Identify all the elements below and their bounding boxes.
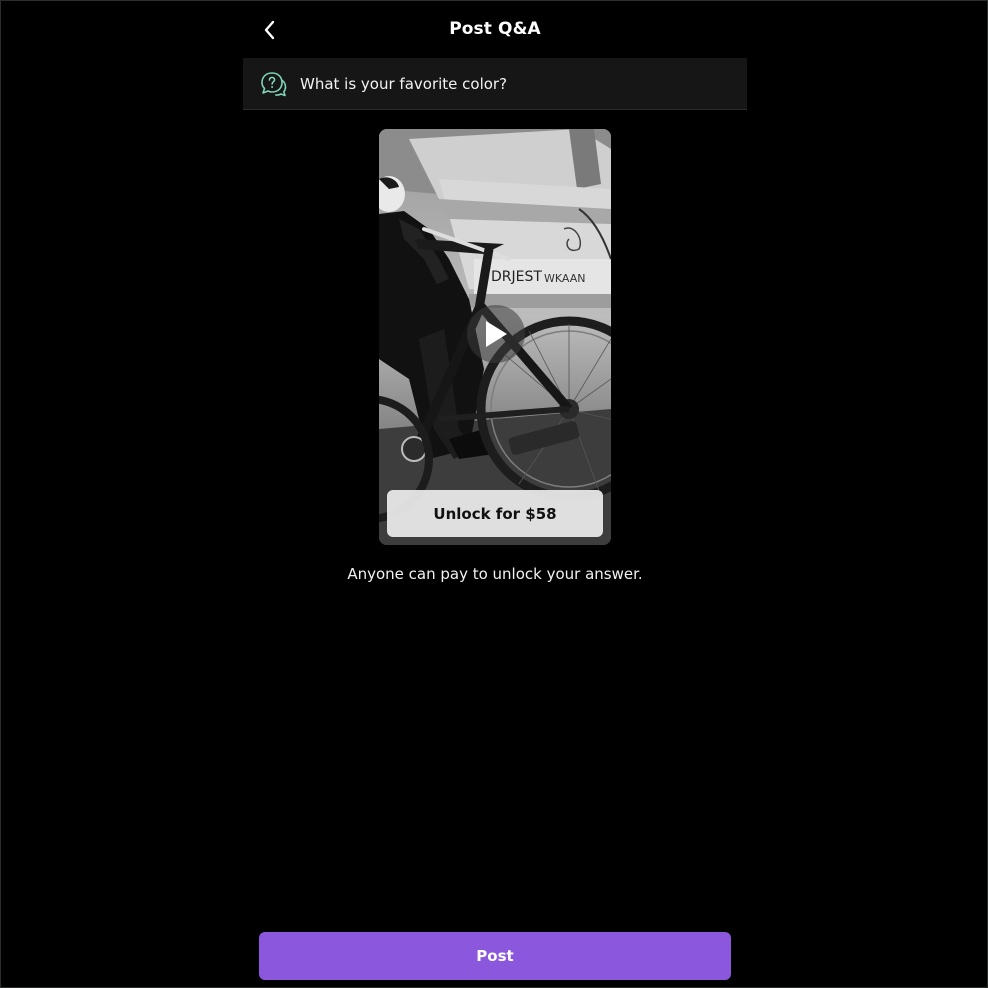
question-bar: What is your favorite color? bbox=[243, 58, 747, 110]
question-bubble-icon bbox=[261, 72, 287, 97]
header: Post Q&A bbox=[243, 1, 747, 58]
question-text: What is your favorite color? bbox=[300, 75, 508, 93]
app-window: Post Q&A What is your favorite color? DR… bbox=[0, 0, 988, 988]
unlock-button[interactable]: Unlock for $58 bbox=[387, 490, 603, 537]
post-button[interactable]: Post bbox=[259, 932, 731, 980]
svg-text:DRJEST: DRJEST bbox=[491, 269, 542, 285]
svg-text:WKAAN: WKAAN bbox=[544, 272, 585, 285]
video-thumbnail[interactable]: DRJEST WKAAN Unlock for $58 bbox=[379, 129, 611, 545]
page-title: Post Q&A bbox=[449, 19, 541, 39]
unlock-caption: Anyone can pay to unlock your answer. bbox=[347, 565, 643, 583]
play-button[interactable] bbox=[467, 305, 525, 363]
play-icon bbox=[486, 321, 507, 347]
